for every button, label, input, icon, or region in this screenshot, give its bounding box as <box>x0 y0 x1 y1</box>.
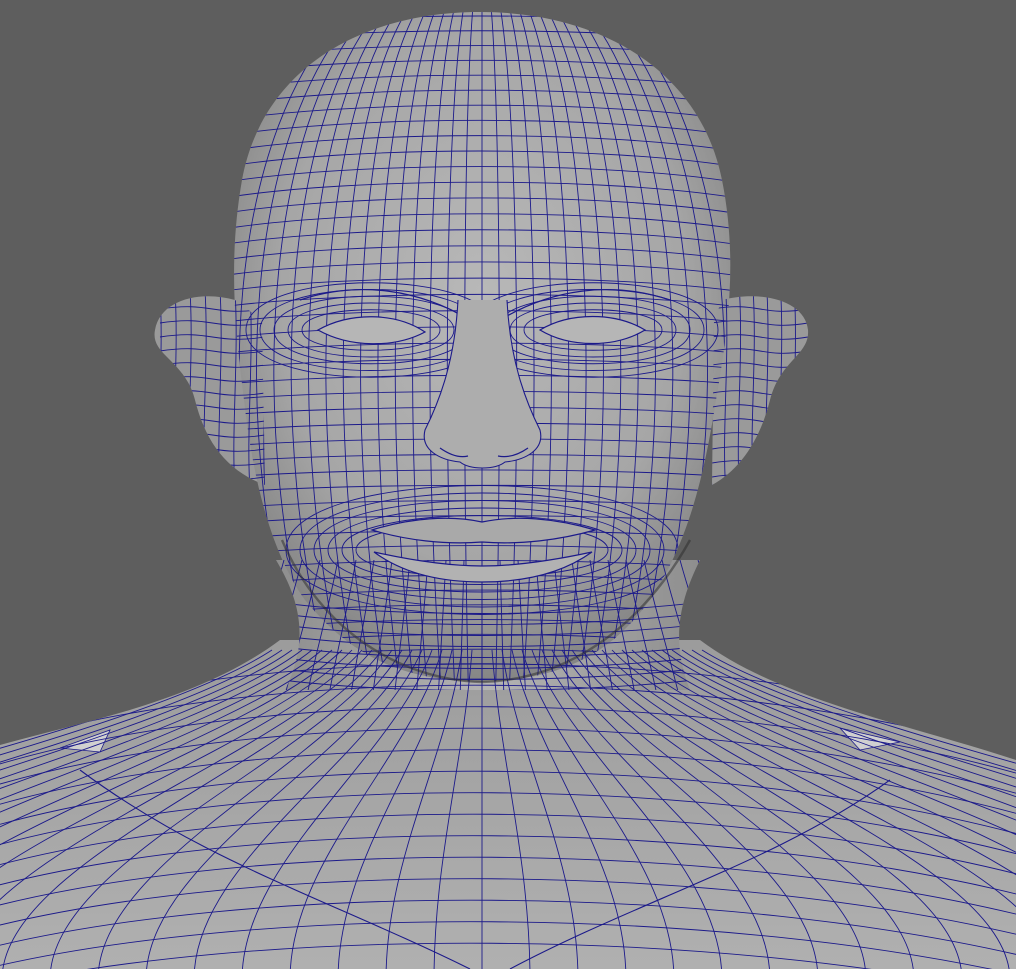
viewport-canvas[interactable] <box>0 0 1016 969</box>
3d-viewport[interactable] <box>0 0 1016 969</box>
